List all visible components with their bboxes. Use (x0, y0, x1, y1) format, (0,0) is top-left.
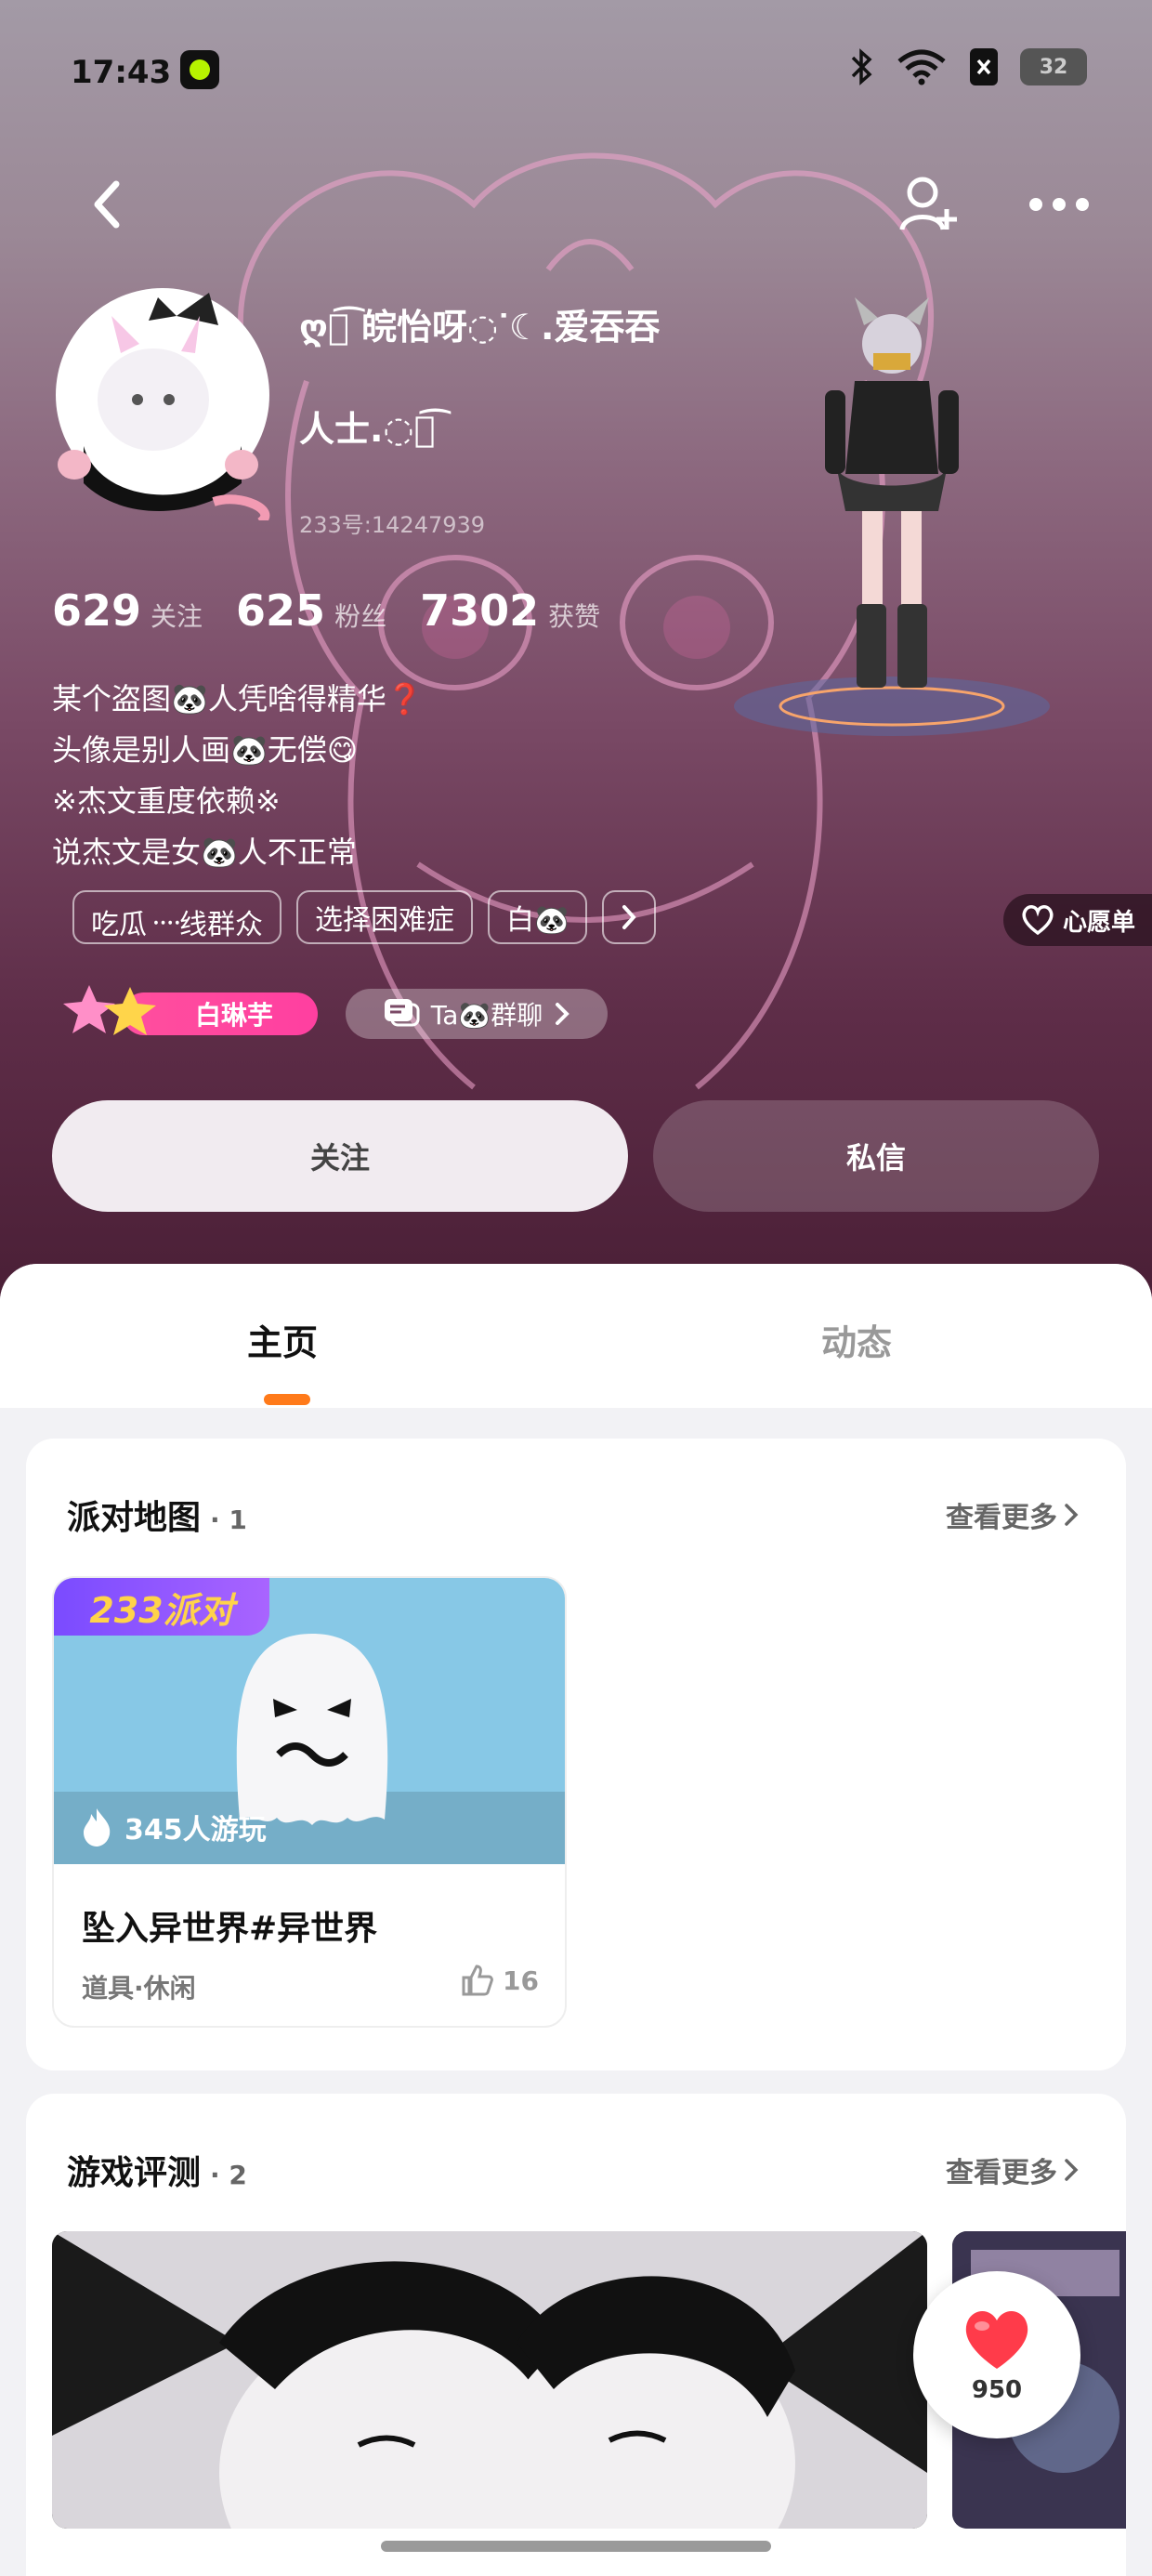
map-likes: 16 (460, 1965, 539, 1996)
add-friend-button[interactable] (892, 167, 966, 242)
tag-chip[interactable]: 选择困难症 (295, 890, 473, 944)
fan-badge[interactable]: 白琳芋 (58, 985, 318, 1035)
group-chat-button[interactable]: Ta🐼群聊 (346, 989, 608, 1039)
tag-chip[interactable]: 吃瓜᠁线群众 (72, 890, 281, 944)
wifi-icon (897, 49, 946, 85)
nickname-line-1: ღ꒰͡ 皖怡呀◌ᐝ☾.爱吞吞 (299, 307, 661, 348)
see-more-reviews-link[interactable]: 查看更多 (946, 2149, 1080, 2190)
bluetooth-icon (851, 48, 872, 85)
section-title: 游戏评测 · 2 (67, 2146, 247, 2194)
app-notification-icon (180, 50, 219, 89)
chat-icon (384, 999, 420, 1027)
tab-bar: 主页 动态 (0, 1264, 1152, 1408)
section-title-text: 游戏评测 (67, 2154, 202, 2192)
nickname: ღ꒰͡ 皖怡呀◌ᐝ☾.爱吞吞 人士.◌꒱͡ (299, 299, 727, 457)
stat-followers[interactable]: 625 粉丝 (236, 585, 386, 636)
review-thumbnail[interactable] (52, 2231, 927, 2529)
stat-label: 粉丝 (334, 601, 387, 632)
more-dots-icon (1029, 198, 1089, 211)
stat-value: 625 (236, 585, 326, 636)
likes-count: 16 (503, 1965, 539, 1996)
tab-indicator (264, 1394, 310, 1405)
no-sim-icon (970, 48, 998, 85)
tags-more-button[interactable] (602, 890, 657, 944)
section-count: · 1 (210, 1505, 247, 1535)
see-more-maps-link[interactable]: 查看更多 (946, 1494, 1080, 1535)
stat-label: 获赞 (548, 601, 601, 632)
player-count: 345人游玩 (80, 1807, 267, 1847)
avatar-image (56, 288, 270, 527)
status-time: 17:43 (71, 54, 172, 91)
avatar[interactable] (46, 279, 279, 527)
tag-list: 吃瓜᠁线群众 选择困难症 白🐼 (72, 890, 657, 944)
bio-line: 头像是别人画🐼无偿😋 (52, 732, 359, 768)
battery-icon: 32 (1020, 48, 1087, 85)
stat-value: 7302 (420, 585, 540, 636)
status-bar: 17:43 32 (0, 0, 1152, 139)
stat-label: 关注 (151, 601, 203, 632)
user-id: 233号:14247939 (299, 512, 486, 538)
map-category: 道具·休闲 (82, 1973, 196, 2004)
heart-icon (965, 2310, 1028, 2369)
chevron-right-icon (556, 1003, 570, 1025)
add-user-icon (899, 177, 957, 230)
stat-likes[interactable]: 7302 获赞 (420, 585, 600, 636)
tab-moments[interactable]: 动态 (821, 1314, 892, 1365)
chevron-right-icon (1065, 2159, 1079, 2181)
tab-home[interactable]: 主页 (247, 1314, 318, 1365)
back-button[interactable] (74, 167, 139, 242)
thumbs-up-icon (462, 1965, 493, 1996)
stat-value: 629 (52, 585, 142, 636)
top-nav (0, 167, 1152, 242)
see-more-label: 查看更多 (946, 1502, 1057, 1534)
map-card[interactable]: 233派对 345人游玩 坠入异世界#异世界 道具·休闲 16 (52, 1576, 567, 2028)
brand-badge: 233派对 (54, 1578, 269, 1636)
bio: 某个盗图🐼人凭啥得精华❓ 头像是别人画🐼无偿😋 ※杰文重度依赖※ 说杰文是女🐼人… (52, 674, 424, 878)
follow-button[interactable]: 关注 (52, 1100, 628, 1212)
section-title-text: 派对地图 (67, 1499, 202, 1537)
section-count: · 2 (210, 2160, 247, 2190)
more-button[interactable] (1022, 167, 1096, 242)
bio-line: ※杰文重度依赖※ (52, 783, 281, 819)
section-title: 派对地图 · 1 (67, 1491, 247, 1539)
player-count-label: 345人游玩 (124, 1814, 267, 1847)
stat-following[interactable]: 629 关注 (52, 585, 203, 636)
flame-icon (84, 1808, 111, 1847)
heart-outline-icon (1022, 905, 1054, 936)
bio-line: 说杰文是女🐼人不正常 (52, 835, 357, 870)
like-count: 950 (971, 2376, 1023, 2404)
manga-artwork (52, 2231, 927, 2529)
chevron-right-icon (622, 905, 637, 929)
chevron-left-icon (94, 180, 120, 229)
star-badge-icon (63, 985, 156, 1035)
tag-chip[interactable]: 白🐼 (487, 890, 588, 944)
message-button[interactable]: 私信 (653, 1100, 1099, 1212)
chevron-right-icon (1065, 1504, 1079, 1526)
see-more-label: 查看更多 (946, 2157, 1057, 2189)
bio-line: 某个盗图🐼人凭啥得精华❓ (52, 681, 424, 716)
like-floating-button[interactable]: 950 (913, 2271, 1080, 2438)
nickname-line-2: 人士.◌꒱͡ (299, 409, 436, 450)
home-indicator[interactable] (381, 2541, 771, 2552)
party-maps-section: 派对地图 · 1 查看更多 233派对 345人游玩 坠入异世界#异世界 道具·… (26, 1439, 1126, 2070)
profile-stats: 629 关注 625 粉丝 7302 获赞 (52, 585, 634, 636)
character-avatar-3d[interactable] (725, 297, 1059, 743)
wishlist-label: 心愿单 (1062, 908, 1135, 937)
group-chat-label: Ta🐼群聊 (430, 1000, 543, 1031)
wishlist-button[interactable]: 心愿单 (1002, 894, 1152, 946)
map-thumbnail: 233派对 345人游玩 (54, 1578, 565, 1864)
map-name: 坠入异世界#异世界 (82, 1910, 378, 1948)
